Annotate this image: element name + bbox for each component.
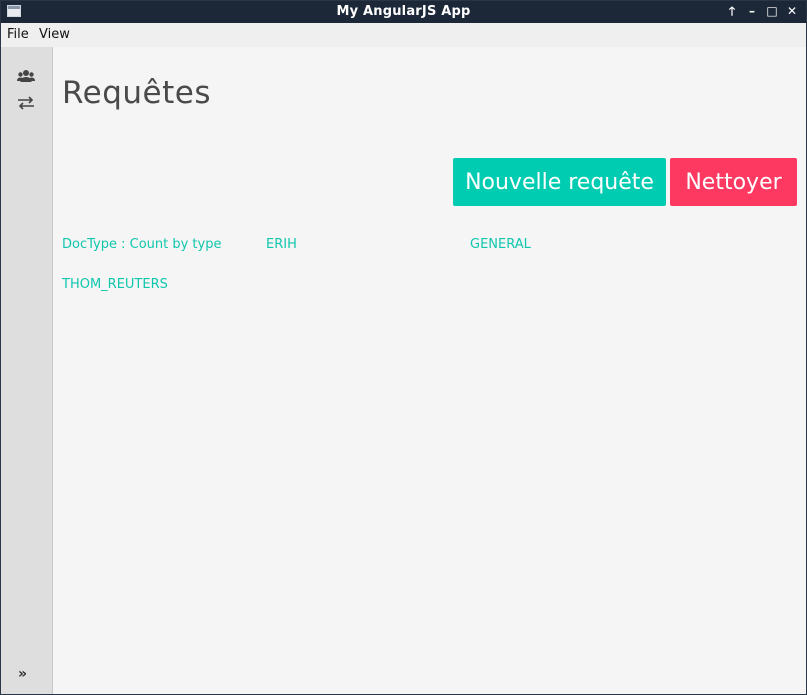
users-icon[interactable] [17,68,35,82]
maximize-icon[interactable]: □ [766,3,778,20]
sidebar: » [1,47,53,694]
close-icon[interactable]: ✕ [786,3,798,20]
page-title: Requêtes [62,75,211,111]
query-item[interactable]: GENERAL [470,237,531,252]
menu-view[interactable]: View [39,27,70,42]
query-item[interactable]: ERIH [266,237,297,252]
menu-bar: File View [1,23,806,47]
expand-sidebar-icon[interactable]: » [18,666,27,682]
menu-file[interactable]: File [7,27,29,42]
query-item[interactable]: DocType : Count by type [62,237,221,252]
clear-button[interactable]: Nettoyer [670,158,797,206]
app-window: My AngularJS App 🡑 – □ ✕ File View » Req… [0,0,807,695]
title-bar[interactable]: My AngularJS App 🡑 – □ ✕ [1,1,806,23]
query-item[interactable]: THOM_REUTERS [62,277,168,292]
main-content: Requêtes Nouvelle requête Nettoyer DocTy… [53,47,806,694]
new-request-button[interactable]: Nouvelle requête [453,158,666,206]
window-controls: 🡑 – □ ✕ [726,3,798,20]
restore-arrow-icon[interactable]: 🡑 [726,3,738,20]
window-title: My AngularJS App [336,4,471,19]
transfer-icon[interactable] [17,95,35,110]
minimize-icon[interactable]: – [746,3,758,20]
